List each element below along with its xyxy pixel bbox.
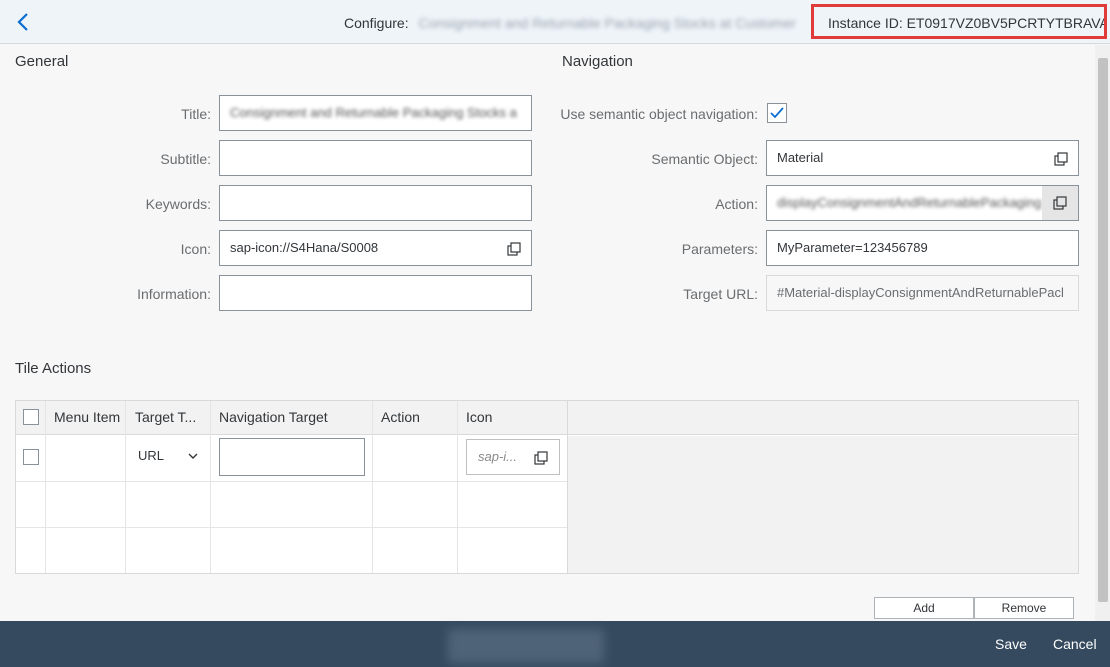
tile-actions-table: Menu Item Target T... Navigation Target … xyxy=(15,400,1079,574)
action-value: displayConsignmentAndReturnablePackaging xyxy=(777,195,1042,210)
add-button[interactable]: Add xyxy=(874,597,974,619)
icon-input[interactable]: sap-icon://S4Hana/S0008 xyxy=(219,230,532,266)
subtitle-label: Subtitle: xyxy=(160,151,211,167)
icon-value: sap-icon://S4Hana/S0008 xyxy=(230,240,379,255)
action-label: Action: xyxy=(715,196,758,212)
target-type-select[interactable]: URL xyxy=(138,445,208,469)
semantic-object-label: Semantic Object: xyxy=(651,151,758,167)
save-button[interactable]: Save xyxy=(995,636,1027,652)
back-button[interactable] xyxy=(12,10,36,34)
general-section-title: General xyxy=(15,53,69,70)
scrollbar-thumb[interactable] xyxy=(1098,58,1108,602)
column-header-navigation-target[interactable]: Navigation Target xyxy=(219,409,328,425)
value-help-icon[interactable] xyxy=(534,451,548,465)
title-value: Consignment and Returnable Packaging Sto… xyxy=(230,105,517,120)
target-type-value: URL xyxy=(138,448,165,463)
column-header-action[interactable]: Action xyxy=(381,409,420,425)
semantic-object-input[interactable]: Material xyxy=(766,140,1079,176)
page-title: Configure: Consignment and Returnable Pa… xyxy=(344,15,796,31)
remove-button[interactable]: Remove xyxy=(974,597,1074,619)
parameters-input[interactable]: MyParameter=123456789 xyxy=(766,230,1079,266)
semantic-nav-label: Use semantic object navigation: xyxy=(560,106,758,122)
title-input[interactable]: Consignment and Returnable Packaging Sto… xyxy=(219,95,532,131)
target-url-label: Target URL: xyxy=(683,286,758,302)
value-help-icon[interactable] xyxy=(1054,152,1068,166)
value-help-icon xyxy=(1053,196,1067,210)
footer-bar: Save Cancel xyxy=(0,621,1110,667)
header-bar: Configure: Consignment and Returnable Pa… xyxy=(0,0,1110,44)
tile-actions-title: Tile Actions xyxy=(15,360,92,377)
keywords-input[interactable] xyxy=(219,185,532,221)
chevron-down-icon xyxy=(188,453,198,459)
configure-label: Configure: xyxy=(344,15,409,31)
column-header-icon[interactable]: Icon xyxy=(466,409,492,425)
column-header-menu-item[interactable]: Menu Item xyxy=(54,409,120,425)
row-select-checkbox[interactable] xyxy=(23,449,39,465)
cancel-button[interactable]: Cancel xyxy=(1053,636,1097,652)
icon-cell-input[interactable]: sap-i... xyxy=(466,439,560,475)
title-label: Title: xyxy=(181,106,211,122)
column-header-target-type[interactable]: Target T... xyxy=(135,409,196,425)
select-all-checkbox[interactable] xyxy=(23,409,39,425)
value-help-icon[interactable] xyxy=(507,242,521,256)
icon-cell-placeholder: sap-i... xyxy=(478,449,518,464)
chevron-left-icon xyxy=(17,13,28,31)
information-input[interactable] xyxy=(219,275,532,311)
semantic-nav-checkbox[interactable] xyxy=(767,103,787,123)
information-label: Information: xyxy=(137,286,211,302)
parameters-label: Parameters: xyxy=(681,241,758,257)
keywords-label: Keywords: xyxy=(145,196,211,212)
checkmark-icon xyxy=(770,107,784,119)
icon-label: Icon: xyxy=(180,241,211,257)
action-input[interactable]: displayConsignmentAndReturnablePackaging xyxy=(766,185,1079,221)
navigation-target-input[interactable] xyxy=(219,438,365,476)
instance-id: Instance ID: ET0917VZ0BV5PCRTYTBRAVAP0 xyxy=(811,4,1107,39)
subtitle-input[interactable] xyxy=(219,140,532,176)
action-value-help-button[interactable] xyxy=(1042,186,1078,220)
semantic-object-value: Material xyxy=(777,150,824,165)
target-url-input: #Material-displayConsignmentAndReturnabl… xyxy=(766,275,1079,311)
footer-blurred-content xyxy=(448,629,604,663)
configure-value: Consignment and Returnable Packaging Sto… xyxy=(418,15,796,31)
navigation-section-title: Navigation xyxy=(562,53,633,70)
table-empty-area xyxy=(568,436,1078,573)
